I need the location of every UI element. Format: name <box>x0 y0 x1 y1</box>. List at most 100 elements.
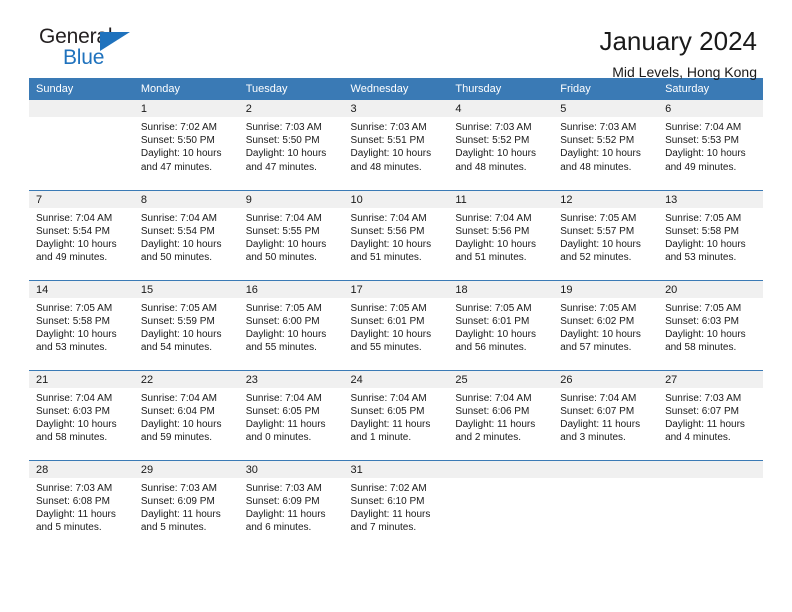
day-number: 7 <box>29 190 134 208</box>
calendar-day-cell[interactable]: 29 Sunrise: 7:03 AM Sunset: 6:09 PM Dayligh… <box>133 460 239 550</box>
day-number: 5 <box>553 100 659 117</box>
daylight-text-line2: and 51 minutes. <box>455 252 527 264</box>
sunset-text: Sunset: 6:07 PM <box>665 405 739 417</box>
daylight-text-line1: Daylight: 10 hours <box>140 238 222 250</box>
calendar-day-cell[interactable]: 28 Sunrise: 7:03 AM Sunset: 6:08 PM Dayligh… <box>29 460 134 550</box>
day-number: 27 <box>658 370 763 388</box>
calendar-day-cell[interactable]: 3 Sunrise: 7:03 AM Sunset: 5:51 PM Daylight… <box>343 100 449 191</box>
calendar-day-cell[interactable]: 13 Sunrise: 7:05 AM Sunset: 5:58 PM Dayligh… <box>658 190 763 281</box>
day-details: Sunrise: 7:05 AM Sunset: 5:58 PM Daylight:… <box>29 298 134 355</box>
calendar-day-cell[interactable]: 27 Sunrise: 7:03 AM Sunset: 6:07 PM Dayligh… <box>658 370 763 461</box>
daylight-text-line1: Daylight: 10 hours <box>36 328 117 340</box>
daylight-text-line1: Daylight: 11 hours <box>140 508 221 520</box>
logo-triangle-icon <box>100 32 130 51</box>
calendar-day-cell[interactable]: 1 Sunrise: 7:02 AM Sunset: 5:50 PM Daylight… <box>133 100 239 191</box>
calendar-day-cell[interactable]: 22 Sunrise: 7:04 AM Sunset: 6:04 PM Dayligh… <box>133 370 239 461</box>
calendar-day-cell[interactable]: 6 Sunrise: 7:04 AM Sunset: 5:53 PM Daylight… <box>658 100 763 191</box>
calendar-day-cell[interactable]: 8 Sunrise: 7:04 AM Sunset: 5:54 PM Daylight… <box>133 190 239 281</box>
calendar-day-cell[interactable]: 10 Sunrise: 7:04 AM Sunset: 5:56 PM Dayligh… <box>343 190 449 281</box>
daylight-text-line1: Daylight: 10 hours <box>245 328 327 340</box>
sunset-text: Sunset: 6:07 PM <box>560 405 635 417</box>
calendar-day-cell[interactable]: 30 Sunrise: 7:03 AM Sunset: 6:09 PM Dayligh… <box>238 460 344 550</box>
calendar-week-row: 7 Sunrise: 7:04 AM Sunset: 5:54 PM Daylight… <box>29 190 763 281</box>
daylight-text-line2: and 56 minutes. <box>455 342 527 354</box>
day-details: Sunrise: 7:05 AM Sunset: 6:03 PM Daylight:… <box>658 298 763 355</box>
day-details: Sunrise: 7:04 AM Sunset: 5:54 PM Daylight:… <box>134 208 239 265</box>
daylight-text-line2: and 48 minutes. <box>455 161 527 173</box>
day-details: Sunrise: 7:05 AM Sunset: 6:01 PM Daylight:… <box>344 298 449 355</box>
calendar-day-cell[interactable]: 12 Sunrise: 7:05 AM Sunset: 5:57 PM Dayligh… <box>553 190 659 281</box>
sunrise-text: Sunrise: 7:03 AM <box>455 122 532 133</box>
daylight-text-line1: Daylight: 10 hours <box>560 238 641 250</box>
day-number: 17 <box>343 280 449 298</box>
calendar-day-cell[interactable]: 21 Sunrise: 7:04 AM Sunset: 6:03 PM Dayligh… <box>29 370 134 461</box>
calendar-day-cell-empty <box>553 460 659 550</box>
sunset-text: Sunset: 5:56 PM <box>455 225 530 237</box>
daylight-text-line2: and 3 minutes. <box>560 432 626 444</box>
daylight-text-line2: and 58 minutes. <box>665 342 737 354</box>
calendar-day-cell[interactable]: 20 Sunrise: 7:05 AM Sunset: 6:03 PM Dayligh… <box>658 280 763 371</box>
calendar-day-cell[interactable]: 31 Sunrise: 7:02 AM Sunset: 6:10 PM Dayligh… <box>343 460 449 550</box>
day-details: Sunrise: 7:03 AM Sunset: 5:50 PM Daylight:… <box>239 117 344 174</box>
day-number: 30 <box>238 460 344 478</box>
calendar-day-cell[interactable]: 5 Sunrise: 7:03 AM Sunset: 5:52 PM Daylight… <box>553 100 659 191</box>
daylight-text-line2: and 6 minutes. <box>245 522 312 534</box>
day-details: Sunrise: 7:04 AM Sunset: 6:05 PM Daylight:… <box>239 388 344 445</box>
day-number: 10 <box>343 190 449 208</box>
daylight-text-line2: and 59 minutes. <box>140 432 213 444</box>
calendar-day-cell[interactable]: 19 Sunrise: 7:05 AM Sunset: 6:02 PM Dayligh… <box>553 280 659 371</box>
calendar-day-cell[interactable]: 14 Sunrise: 7:05 AM Sunset: 5:58 PM Dayligh… <box>29 280 134 371</box>
daylight-text-line2: and 0 minutes. <box>245 432 312 444</box>
calendar-day-cell[interactable]: 16 Sunrise: 7:05 AM Sunset: 6:00 PM Dayligh… <box>238 280 344 371</box>
sunrise-text: Sunrise: 7:05 AM <box>560 302 637 314</box>
day-number: 19 <box>553 280 659 298</box>
sunrise-text: Sunrise: 7:04 AM <box>455 392 532 404</box>
sunrise-text: Sunrise: 7:03 AM <box>140 482 217 494</box>
sunset-text: Sunset: 6:05 PM <box>245 405 320 417</box>
sunset-text: Sunset: 5:56 PM <box>350 225 425 237</box>
calendar-day-cell[interactable]: 2 Sunrise: 7:03 AM Sunset: 5:50 PM Daylight… <box>238 100 344 191</box>
sunrise-text: Sunrise: 7:04 AM <box>350 212 427 224</box>
general-blue-logo[interactable]: General Blue <box>29 26 149 72</box>
daylight-text-line2: and 49 minutes. <box>665 161 737 173</box>
calendar-day-cell[interactable]: 17 Sunrise: 7:05 AM Sunset: 6:01 PM Dayligh… <box>343 280 449 371</box>
calendar-day-cell[interactable]: 9 Sunrise: 7:04 AM Sunset: 5:55 PM Daylight… <box>238 190 344 281</box>
daylight-text-line2: and 50 minutes. <box>245 252 317 264</box>
calendar-day-cell[interactable]: 11 Sunrise: 7:04 AM Sunset: 5:56 PM Dayligh… <box>448 190 554 281</box>
calendar-day-cell[interactable]: 15 Sunrise: 7:05 AM Sunset: 5:59 PM Dayligh… <box>133 280 239 371</box>
calendar-day-cell-empty <box>658 460 763 550</box>
day-number: 31 <box>343 460 449 478</box>
sunrise-text: Sunrise: 7:03 AM <box>245 482 322 494</box>
day-number: 13 <box>658 190 763 208</box>
daylight-text-line1: Daylight: 10 hours <box>245 148 327 160</box>
day-number <box>553 460 659 478</box>
daylight-text-line1: Daylight: 11 hours <box>36 508 116 520</box>
day-details: Sunrise: 7:04 AM Sunset: 6:05 PM Daylight:… <box>344 388 449 445</box>
daylight-text-line2: and 53 minutes. <box>665 252 737 264</box>
sunrise-text: Sunrise: 7:02 AM <box>350 482 427 494</box>
calendar-day-cell[interactable]: 26 Sunrise: 7:04 AM Sunset: 6:07 PM Dayligh… <box>553 370 659 461</box>
day-number: 26 <box>553 370 659 388</box>
sunset-text: Sunset: 6:09 PM <box>140 495 215 507</box>
calendar-day-cell[interactable]: 24 Sunrise: 7:04 AM Sunset: 6:05 PM Dayligh… <box>343 370 449 461</box>
calendar-day-cell[interactable]: 7 Sunrise: 7:04 AM Sunset: 5:54 PM Daylight… <box>29 190 134 281</box>
daylight-text-line1: Daylight: 10 hours <box>350 328 432 340</box>
day-details: Sunrise: 7:04 AM Sunset: 5:53 PM Daylight:… <box>658 117 763 174</box>
day-number: 16 <box>238 280 344 298</box>
sunrise-text: Sunrise: 7:04 AM <box>36 392 113 404</box>
calendar-day-cell[interactable]: 18 Sunrise: 7:05 AM Sunset: 6:01 PM Dayligh… <box>448 280 554 371</box>
page-title: January 2024 <box>599 26 757 56</box>
daylight-text-line2: and 58 minutes. <box>36 432 108 444</box>
daylight-text-line1: Daylight: 10 hours <box>36 418 117 430</box>
weekday-header-sunday: Sunday <box>29 78 134 100</box>
calendar-day-cell[interactable]: 25 Sunrise: 7:04 AM Sunset: 6:06 PM Dayligh… <box>448 370 554 461</box>
calendar-day-cell[interactable]: 4 Sunrise: 7:03 AM Sunset: 5:52 PM Daylight… <box>448 100 554 191</box>
daylight-text-line1: Daylight: 10 hours <box>350 238 432 250</box>
daylight-text-line2: and 47 minutes. <box>140 161 213 173</box>
day-number: 12 <box>553 190 659 208</box>
calendar-day-cell-empty <box>29 100 134 191</box>
day-details: Sunrise: 7:04 AM Sunset: 5:56 PM Daylight:… <box>448 208 553 265</box>
daylight-text-line2: and 48 minutes. <box>350 161 422 173</box>
calendar-day-cell[interactable]: 23 Sunrise: 7:04 AM Sunset: 6:05 PM Dayligh… <box>238 370 344 461</box>
daylight-text-line2: and 50 minutes. <box>140 252 213 264</box>
